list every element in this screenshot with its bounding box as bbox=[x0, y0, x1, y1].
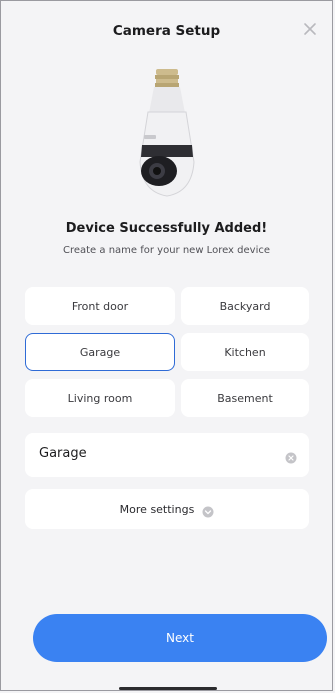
clear-icon[interactable] bbox=[285, 449, 297, 464]
header: Camera Setup bbox=[1, 1, 332, 63]
chevron-down-icon bbox=[202, 503, 214, 518]
close-icon[interactable] bbox=[301, 20, 319, 38]
preset-front-door[interactable]: Front door bbox=[25, 287, 175, 325]
preset-basement[interactable]: Basement bbox=[181, 379, 309, 417]
next-button[interactable]: Next bbox=[33, 614, 327, 662]
success-subline: Create a name for your new Lorex device bbox=[62, 245, 271, 256]
home-indicator bbox=[119, 687, 217, 690]
more-settings-label: More settings bbox=[119, 502, 195, 516]
success-headline: Device Successfully Added! bbox=[65, 221, 268, 236]
preset-garage[interactable]: Garage bbox=[25, 333, 175, 371]
more-settings-button[interactable]: More settings bbox=[25, 489, 309, 529]
device-name-value: Garage bbox=[39, 446, 87, 461]
camera-image bbox=[1, 67, 332, 202]
page-title: Camera Setup bbox=[112, 23, 221, 39]
camera-setup-screen: Camera Setup Device Successfully Added! … bbox=[0, 0, 333, 691]
preset-backyard[interactable]: Backyard bbox=[181, 287, 309, 325]
preset-living-room[interactable]: Living room bbox=[25, 379, 175, 417]
device-name-field[interactable]: Garage bbox=[25, 433, 309, 477]
preset-kitchen[interactable]: Kitchen bbox=[181, 333, 309, 371]
